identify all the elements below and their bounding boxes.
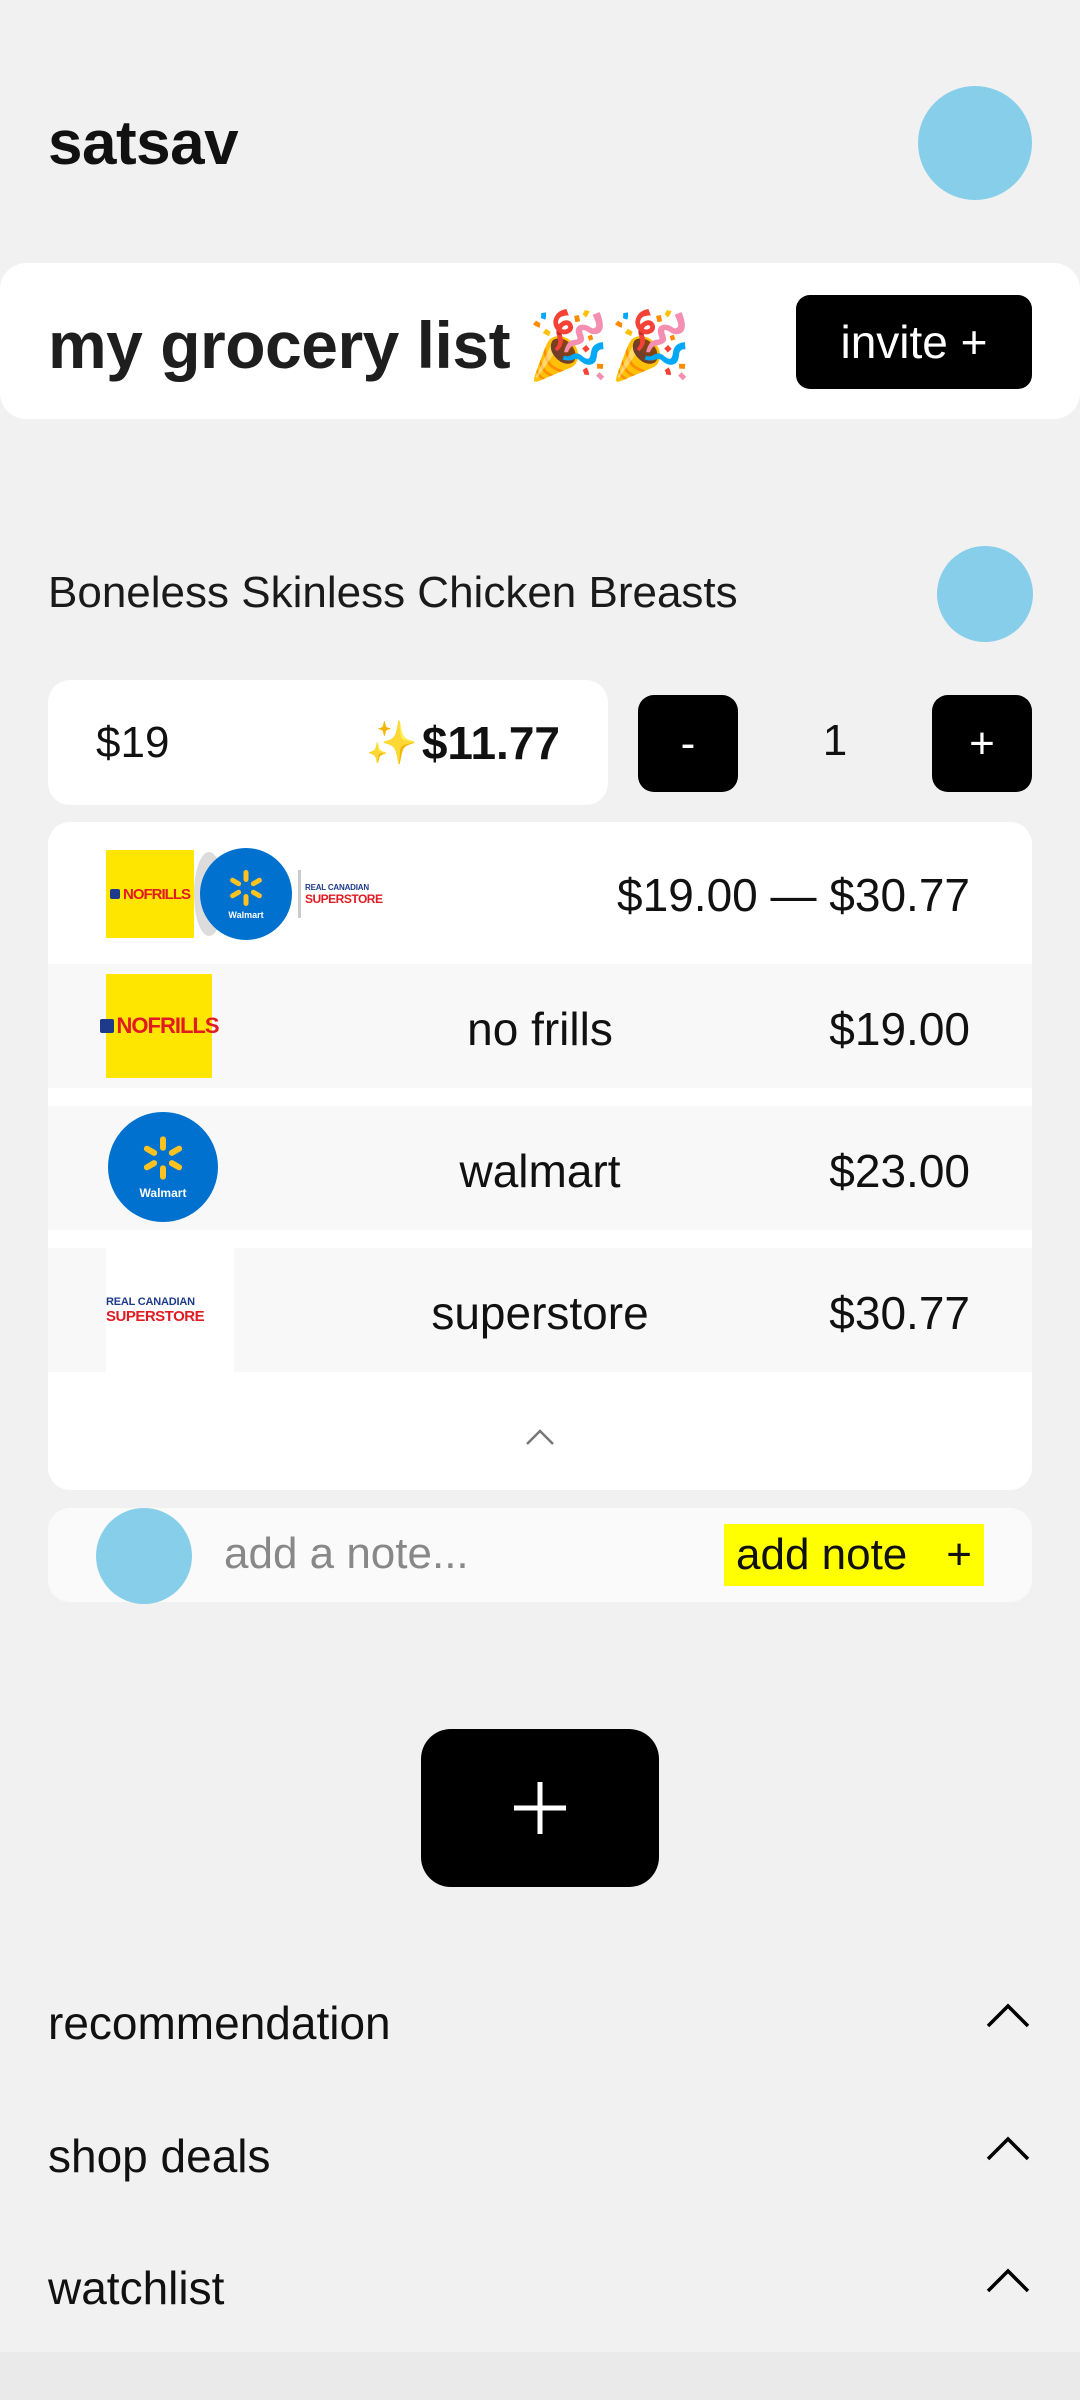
price-range: $19.00 — $30.77 xyxy=(617,869,970,921)
store-summary-row[interactable]: NOFRILLS Walmart REAL CANADIAN SUPERSTOR… xyxy=(48,822,1032,964)
store-row-nofrills[interactable]: NOFRILLS no frills $19.00 xyxy=(48,964,1032,1088)
increase-quantity-button[interactable]: + xyxy=(932,695,1032,792)
list-title-card: my grocery list 🎉🎉 invite + xyxy=(0,263,1080,419)
section-label: watchlist xyxy=(48,2262,225,2314)
add-item-button[interactable] xyxy=(421,1729,659,1887)
nofrills-logo: NOFRILLS xyxy=(106,850,194,938)
deal-price: ✨ $11.77 xyxy=(366,716,560,770)
section-label: recommendation xyxy=(48,1997,391,2049)
note-avatar xyxy=(96,1508,192,1604)
note-input[interactable] xyxy=(224,1524,704,1584)
store-price: $23.00 xyxy=(829,1145,970,1197)
chevron-up-icon[interactable] xyxy=(984,2257,1032,2305)
store-row-superstore[interactable]: REAL CANADIAN SUPERSTORE superstore $30.… xyxy=(48,1248,1032,1372)
section-recommendation[interactable]: recommendation xyxy=(48,1980,1032,2060)
store-logos-group: NOFRILLS Walmart REAL CANADIAN SUPERSTOR… xyxy=(106,848,426,946)
list-title: my grocery list 🎉🎉 xyxy=(48,308,692,382)
store-price: $30.77 xyxy=(829,1287,970,1339)
store-row-walmart[interactable]: Walmart walmart $23.00 xyxy=(48,1106,1032,1230)
walmart-spark-icon xyxy=(230,870,262,906)
app-root: satsav my grocery list 🎉🎉 invite + Bonel… xyxy=(0,0,1080,2400)
chevron-up-icon[interactable] xyxy=(984,2125,1032,2173)
section-shop-deals[interactable]: shop deals xyxy=(48,2113,1032,2193)
plus-icon: + xyxy=(946,1530,972,1579)
invite-button[interactable]: invite + xyxy=(796,295,1032,389)
chevron-up-icon[interactable] xyxy=(525,1422,555,1452)
store-prices-panel: NOFRILLS Walmart REAL CANADIAN SUPERSTOR… xyxy=(48,822,1032,1490)
profile-avatar[interactable] xyxy=(918,86,1032,200)
add-note-button[interactable]: add note + xyxy=(724,1524,984,1586)
section-watchlist[interactable]: watchlist xyxy=(48,2245,1032,2325)
store-price: $19.00 xyxy=(829,1003,970,1055)
decrease-quantity-button[interactable]: - xyxy=(638,695,738,792)
username: satsav xyxy=(48,109,239,178)
quantity-value: 1 xyxy=(822,716,848,765)
deal-price-value: $11.77 xyxy=(421,717,560,769)
original-price: $19 xyxy=(96,718,170,767)
item-name: Boneless Skinless Chicken Breasts xyxy=(48,568,738,617)
bottom-strip xyxy=(0,2352,1080,2400)
item-avatar[interactable] xyxy=(937,546,1033,642)
chevron-up-icon[interactable] xyxy=(984,1992,1032,2040)
sparkles-icon: ✨ xyxy=(365,718,418,766)
price-box: $19 ✨ $11.77 xyxy=(48,680,608,805)
superstore-logo: REAL CANADIAN SUPERSTORE xyxy=(298,870,408,918)
note-bar: add note + xyxy=(48,1508,1032,1604)
walmart-logo: Walmart xyxy=(200,848,292,940)
section-label: shop deals xyxy=(48,2130,271,2182)
plus-icon xyxy=(514,1782,566,1834)
add-note-label: add note xyxy=(736,1530,908,1579)
